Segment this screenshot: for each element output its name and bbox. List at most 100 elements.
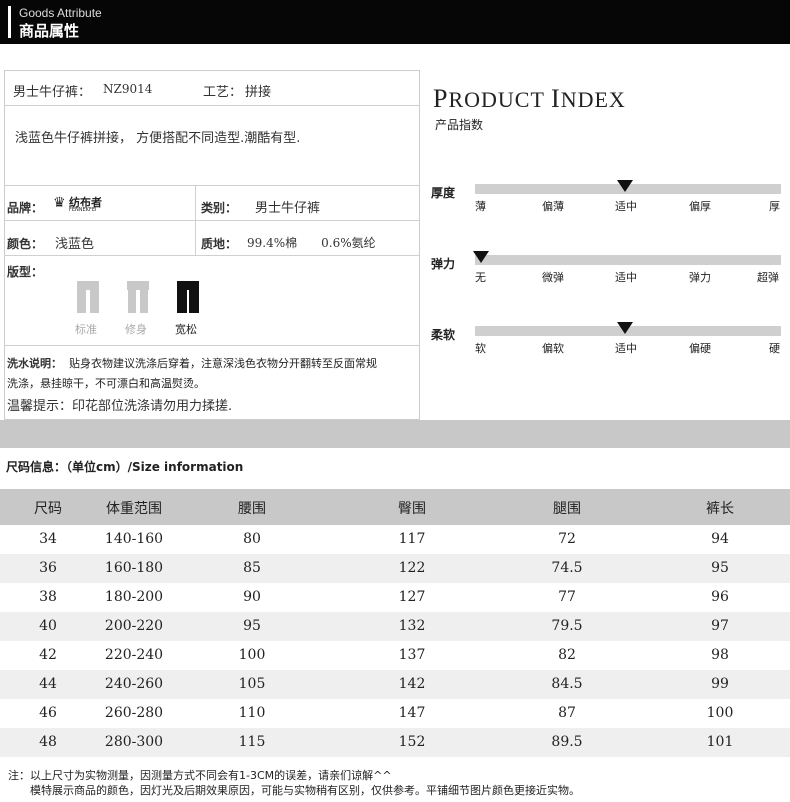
- material-value: 99.4%棉 0.6%氨纶: [247, 236, 376, 250]
- color-value: 浅蓝色: [55, 237, 95, 252]
- thickness-tick: 薄: [475, 200, 486, 213]
- fit-loose-icon: [177, 281, 199, 313]
- table-cell: 280-300: [104, 734, 164, 750]
- category-value: 男士牛仔裤: [255, 201, 321, 216]
- table-cell: 127: [398, 589, 426, 605]
- table-cell: 147: [398, 705, 426, 721]
- softness-tick: 适中: [615, 342, 637, 355]
- softness-tick: 偏硬: [689, 342, 711, 355]
- fit-slim-label: 修身: [125, 323, 147, 336]
- elasticity-tick: 超弹: [757, 271, 779, 284]
- color-label: 颜色：: [7, 237, 44, 251]
- table-cell: 200-220: [104, 618, 164, 634]
- elasticity-tick: 微弹: [542, 271, 564, 284]
- table-header-cell: 腰围: [238, 501, 266, 517]
- elasticity-tick: 弹力: [689, 271, 711, 284]
- table-cell: 87: [558, 705, 576, 721]
- elasticity-track: [475, 255, 781, 265]
- softness-tick: 软: [475, 342, 486, 355]
- wash-label: 洗水说明：: [7, 357, 62, 370]
- table-cell: 34: [39, 531, 57, 547]
- thickness-label: 厚度: [431, 186, 456, 200]
- table-cell: 101: [706, 734, 734, 750]
- table-cell: 137: [398, 647, 426, 663]
- table-cell: 180-200: [104, 589, 164, 605]
- table-cell: 240-260: [104, 676, 164, 692]
- table-cell: 99: [711, 676, 729, 692]
- table-cell: 72: [558, 531, 576, 547]
- table-row: 40 200-220 95 132 79.5 97: [0, 612, 790, 641]
- softness-marker: [617, 322, 633, 334]
- note-line-2: 模特展示商品的颜色，因灯光及后期效果原因，可能与实物稍有区别，仅供参考。平铺细节…: [30, 784, 580, 797]
- softness-tick: 偏软: [542, 342, 564, 355]
- fit-slim-icon: [127, 281, 149, 313]
- care-tip: 温馨提示：印花部位洗涤请勿用力揉搓.: [7, 399, 233, 414]
- table-cell: 40: [39, 618, 57, 634]
- table-cell: 38: [39, 589, 57, 605]
- table-header-row: 尺码 体重范围 腰围 臀围 腿围 裤长: [0, 489, 790, 525]
- table-cell: 105: [238, 676, 266, 692]
- wash-text-2: 洗涤，悬挂晾干，不可漂白和高温熨烫。: [7, 377, 205, 390]
- category-label: 类别：: [201, 201, 238, 215]
- table-cell: 152: [398, 734, 426, 750]
- table-cell: 122: [398, 560, 426, 576]
- fit-loose-label: 宽松: [175, 323, 197, 336]
- brand-label: 品牌：: [7, 201, 44, 215]
- table-cell: 77: [558, 589, 576, 605]
- table-cell: 142: [398, 676, 426, 692]
- fit-standard-icon: [77, 281, 99, 313]
- softness-tick: 硬: [769, 342, 780, 355]
- table-cell: 89.5: [551, 734, 583, 750]
- elasticity-tick: 适中: [615, 271, 637, 284]
- table-cell: 260-280: [104, 705, 164, 721]
- header-title-en: Goods Attribute: [19, 6, 102, 20]
- elasticity-label: 弹力: [431, 257, 456, 271]
- table-cell: 80: [243, 531, 261, 547]
- table-cell: 90: [243, 589, 261, 605]
- section-header: [0, 0, 790, 44]
- table-cell: 82: [558, 647, 576, 663]
- thickness-marker: [617, 180, 633, 192]
- table-cell: 85: [243, 560, 261, 576]
- table-cell: 98: [711, 647, 729, 663]
- header-accent-bar: [8, 6, 11, 38]
- craft-value: 拼接: [245, 85, 272, 100]
- table-cell: 84.5: [551, 676, 583, 692]
- softness-label: 柔软: [431, 328, 456, 342]
- brand-sub: FENNEKFEI: [69, 207, 97, 213]
- thickness-tick: 偏厚: [689, 200, 711, 213]
- table-cell: 100: [706, 705, 734, 721]
- table-header-cell: 尺码: [34, 501, 62, 517]
- craft-label: 工艺：: [203, 85, 243, 100]
- attributes-panel: 男士牛仔裤： NZ9014 工艺： 拼接 浅蓝色牛仔裤拼接， 方便搭配不同造型.…: [4, 70, 420, 420]
- thickness-tick: 偏薄: [542, 200, 564, 213]
- table-cell: 117: [398, 531, 426, 547]
- fit-label: 版型：: [7, 265, 44, 279]
- size-info-title: 尺码信息：（单位cm）/Size information: [6, 460, 244, 474]
- table-row: 48 280-300 115 152 89.5 101: [0, 728, 790, 757]
- divider-band: [0, 420, 790, 448]
- logo-icon: ♛: [53, 195, 66, 211]
- table-header-cell: 体重范围: [106, 501, 162, 517]
- table-cell: 100: [238, 647, 266, 663]
- elasticity-tick: 无: [475, 271, 486, 284]
- product-index-panel: PRODUCT INDEX 产品指数 厚度 薄 偏薄 适中 偏厚 厚 弹力 无 …: [421, 70, 790, 420]
- table-cell: 46: [39, 705, 57, 721]
- table-header-cell: 腿围: [553, 501, 581, 517]
- table-cell: 115: [238, 734, 266, 750]
- table-cell: 220-240: [104, 647, 164, 663]
- table-cell: 42: [39, 647, 57, 663]
- table-cell: 96: [711, 589, 729, 605]
- table-cell: 95: [243, 618, 261, 634]
- table-cell: 160-180: [104, 560, 164, 576]
- thickness-tick: 厚: [769, 200, 780, 213]
- header-title-zh: 商品属性: [19, 22, 80, 40]
- table-cell: 44: [39, 676, 57, 692]
- table-cell: 48: [39, 734, 57, 750]
- table-cell: 110: [238, 705, 266, 721]
- product-index-subtitle: 产品指数: [435, 118, 484, 132]
- wash-text-1: 贴身衣物建议洗涤后穿着，注意深浅色衣物分开翻转至反面常规: [69, 357, 377, 370]
- table-cell: 97: [711, 618, 729, 634]
- model-number: NZ9014: [103, 82, 153, 96]
- material-label: 质地：: [201, 237, 238, 251]
